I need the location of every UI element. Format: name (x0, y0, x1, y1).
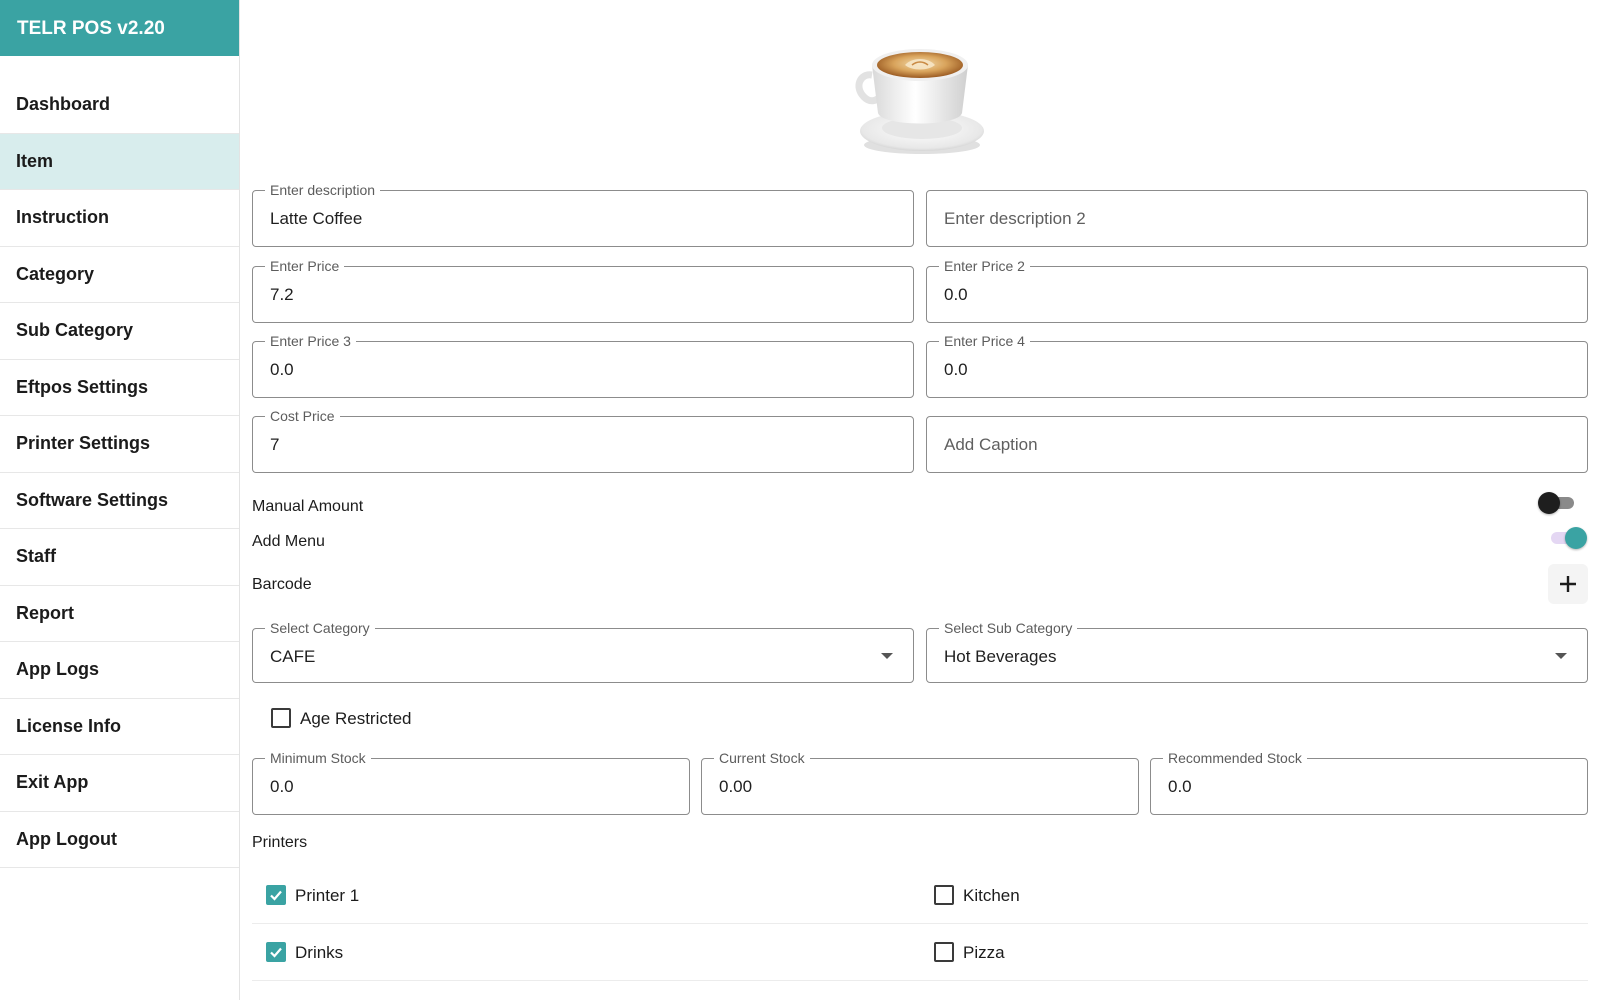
recommended-stock-field[interactable]: Recommended Stock 0.0 (1150, 750, 1588, 815)
sidebar-item-category[interactable]: Category (0, 247, 239, 303)
printer-row-divider (252, 923, 1588, 924)
description2-field[interactable]: Enter description 2 (926, 190, 1588, 247)
description2-placeholder: Enter description 2 (944, 208, 1086, 228)
description-field[interactable]: Enter description Latte Coffee (252, 182, 914, 247)
toggle-thumb (1565, 527, 1587, 549)
price-value: 7.2 (270, 285, 294, 304)
barcode-label: Barcode (252, 576, 312, 593)
sidebar-item-dashboard[interactable]: Dashboard (0, 77, 239, 134)
sidebar-item-app-logs[interactable]: App Logs (0, 642, 239, 699)
app-title: TELR POS v2.20 (0, 0, 239, 56)
chevron-down-icon (881, 653, 893, 659)
price2-value: 0.0 (944, 285, 968, 304)
minimum-stock-field[interactable]: Minimum Stock 0.0 (252, 750, 690, 815)
app-root: TELR POS v2.20 Dashboard Item Instructio… (0, 0, 1600, 1000)
sidebar-item-printer-settings[interactable]: Printer Settings (0, 416, 239, 473)
current-stock-field[interactable]: Current Stock 0.00 (701, 750, 1139, 815)
price2-field[interactable]: Enter Price 2 0.0 (926, 258, 1588, 323)
price4-value: 0.0 (944, 360, 968, 379)
price3-value: 0.0 (270, 360, 294, 379)
kitchen-checkbox[interactable] (934, 885, 954, 905)
pizza-label: Pizza (963, 943, 1005, 962)
drinks-checkbox[interactable] (266, 942, 286, 962)
age-restricted-label: Age Restricted (300, 709, 412, 728)
printer-1-checkbox[interactable] (266, 885, 286, 905)
current-stock-value: 0.00 (719, 777, 753, 796)
toggle-thumb (1538, 492, 1560, 514)
cost-price-field[interactable]: Cost Price 7 (252, 408, 914, 473)
cost-price-value: 7 (270, 435, 280, 454)
manual-amount-label: Manual Amount (252, 498, 364, 515)
description-value: Latte Coffee (270, 209, 363, 228)
sidebar: TELR POS v2.20 Dashboard Item Instructio… (0, 0, 240, 1000)
minimum-stock-value: 0.0 (270, 777, 294, 796)
caption-placeholder: Add Caption (944, 434, 1038, 454)
coffee-cup-icon[interactable] (850, 35, 990, 160)
sidebar-item-instruction[interactable]: Instruction (0, 190, 239, 247)
sidebar-item-license-info[interactable]: License Info (0, 699, 239, 755)
sidebar-item-app-logout[interactable]: App Logout (0, 812, 239, 868)
printer-row-divider (252, 980, 1588, 981)
sidebar-item-item[interactable]: Item (0, 133, 239, 190)
category-value: CAFE (270, 647, 316, 666)
add-barcode-button[interactable] (1548, 564, 1588, 604)
drinks-label: Drinks (295, 943, 344, 962)
chevron-down-icon (1555, 653, 1567, 659)
sub-category-value: Hot Beverages (944, 647, 1057, 666)
plus-icon (1560, 576, 1576, 592)
price3-field[interactable]: Enter Price 3 0.0 (252, 333, 914, 398)
category-select[interactable]: Select Category CAFE (252, 620, 914, 683)
recommended-stock-value: 0.0 (1168, 777, 1192, 796)
kitchen-label: Kitchen (963, 886, 1020, 905)
sub-category-select[interactable]: Select Sub Category Hot Beverages (926, 620, 1588, 683)
price4-field[interactable]: Enter Price 4 0.0 (926, 333, 1588, 398)
pizza-checkbox[interactable] (934, 942, 954, 962)
sidebar-item-sub-category[interactable]: Sub Category (0, 303, 239, 360)
sidebar-nav: Dashboard Item Instruction Category Sub … (0, 77, 239, 868)
sidebar-item-software-settings[interactable]: Software Settings (0, 473, 239, 529)
check-icon (270, 947, 282, 958)
sidebar-item-report[interactable]: Report (0, 586, 239, 642)
sidebar-item-staff[interactable]: Staff (0, 529, 239, 586)
add-menu-label: Add Menu (252, 533, 325, 550)
printer-1-label: Printer 1 (295, 886, 360, 905)
check-icon (270, 890, 282, 901)
sidebar-item-eftpos-settings[interactable]: Eftpos Settings (0, 360, 239, 416)
sidebar-item-exit-app[interactable]: Exit App (0, 755, 239, 812)
age-restricted-checkbox[interactable] (271, 708, 291, 728)
price-field[interactable]: Enter Price 7.2 (252, 258, 914, 323)
printers-title: Printers (252, 834, 308, 851)
add-menu-toggle[interactable] (1547, 525, 1587, 551)
caption-field[interactable]: Add Caption (926, 416, 1588, 473)
item-form: Enter description Latte Coffee Enter des… (240, 0, 1600, 1000)
manual-amount-toggle[interactable] (1538, 490, 1578, 516)
